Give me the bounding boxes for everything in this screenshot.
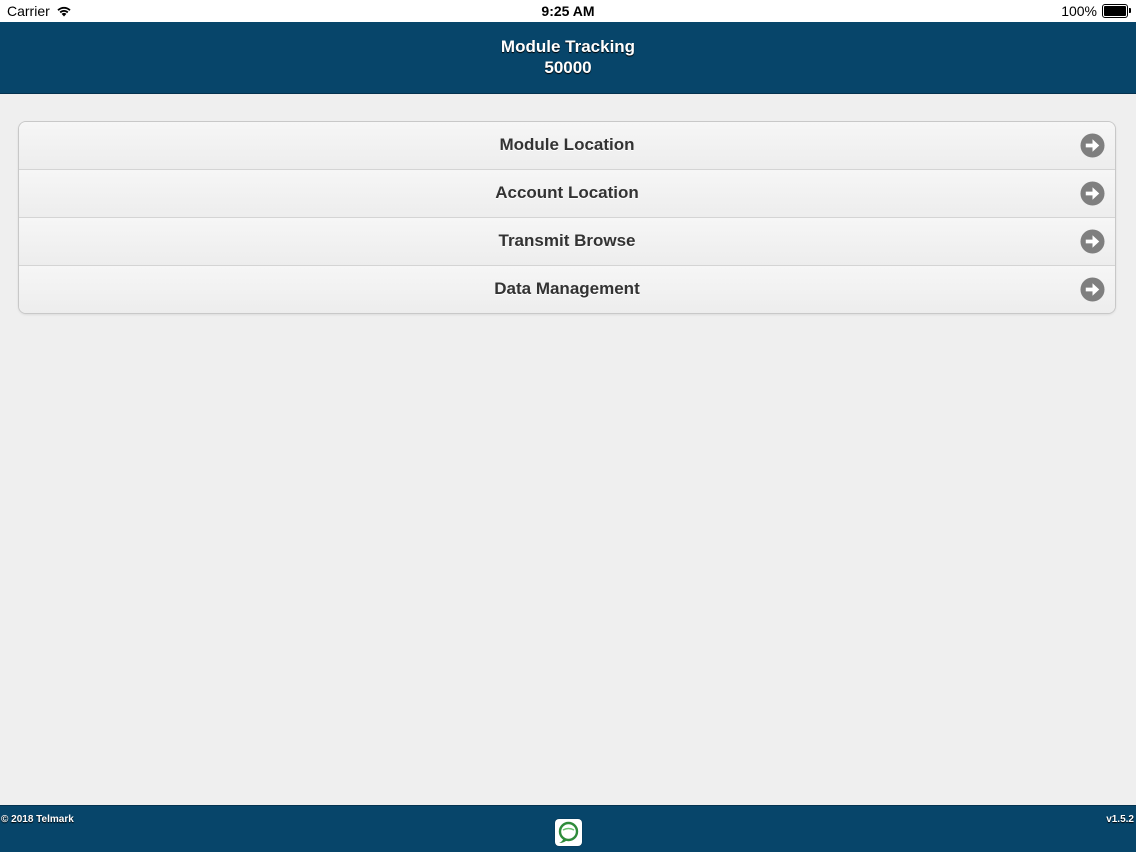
- menu-item-module-location[interactable]: Module Location: [19, 122, 1115, 169]
- menu-item-label: Account Location: [495, 183, 639, 202]
- arrow-right-circle-icon: [1080, 133, 1105, 158]
- app-header: Module Tracking 50000: [0, 22, 1136, 94]
- footer-version: v1.5.2: [1106, 814, 1134, 825]
- arrow-right-circle-icon: [1080, 181, 1105, 206]
- status-bar: Carrier 9:25 AM 100%: [0, 0, 1136, 22]
- battery-icon: [1102, 4, 1131, 18]
- telmark-logo-graphic: [558, 821, 579, 843]
- menu-item-label: Transmit Browse: [498, 231, 636, 250]
- battery-tip: [1129, 8, 1131, 13]
- main-menu-list: Module Location Account Location Transmi…: [18, 121, 1116, 314]
- battery-fill: [1104, 6, 1126, 16]
- arrow-right-circle-icon: [1080, 277, 1105, 302]
- arrow-right-circle-icon: [1080, 229, 1105, 254]
- menu-item-data-management[interactable]: Data Management: [19, 265, 1115, 313]
- status-right: 100%: [1061, 3, 1131, 19]
- menu-item-label: Data Management: [494, 279, 640, 298]
- telmark-logo-icon[interactable]: [555, 819, 582, 846]
- page-title: Module Tracking: [500, 37, 636, 56]
- page-subtitle: 50000: [544, 58, 592, 77]
- menu-item-label: Module Location: [499, 135, 635, 154]
- battery-percentage: 100%: [1061, 3, 1097, 19]
- app-footer: © 2018 Telmark v1.5.2: [0, 805, 1136, 852]
- footer-copyright: © 2018 Telmark: [1, 814, 74, 825]
- menu-item-transmit-browse[interactable]: Transmit Browse: [19, 217, 1115, 265]
- menu-item-account-location[interactable]: Account Location: [19, 169, 1115, 217]
- status-time: 9:25 AM: [541, 3, 595, 19]
